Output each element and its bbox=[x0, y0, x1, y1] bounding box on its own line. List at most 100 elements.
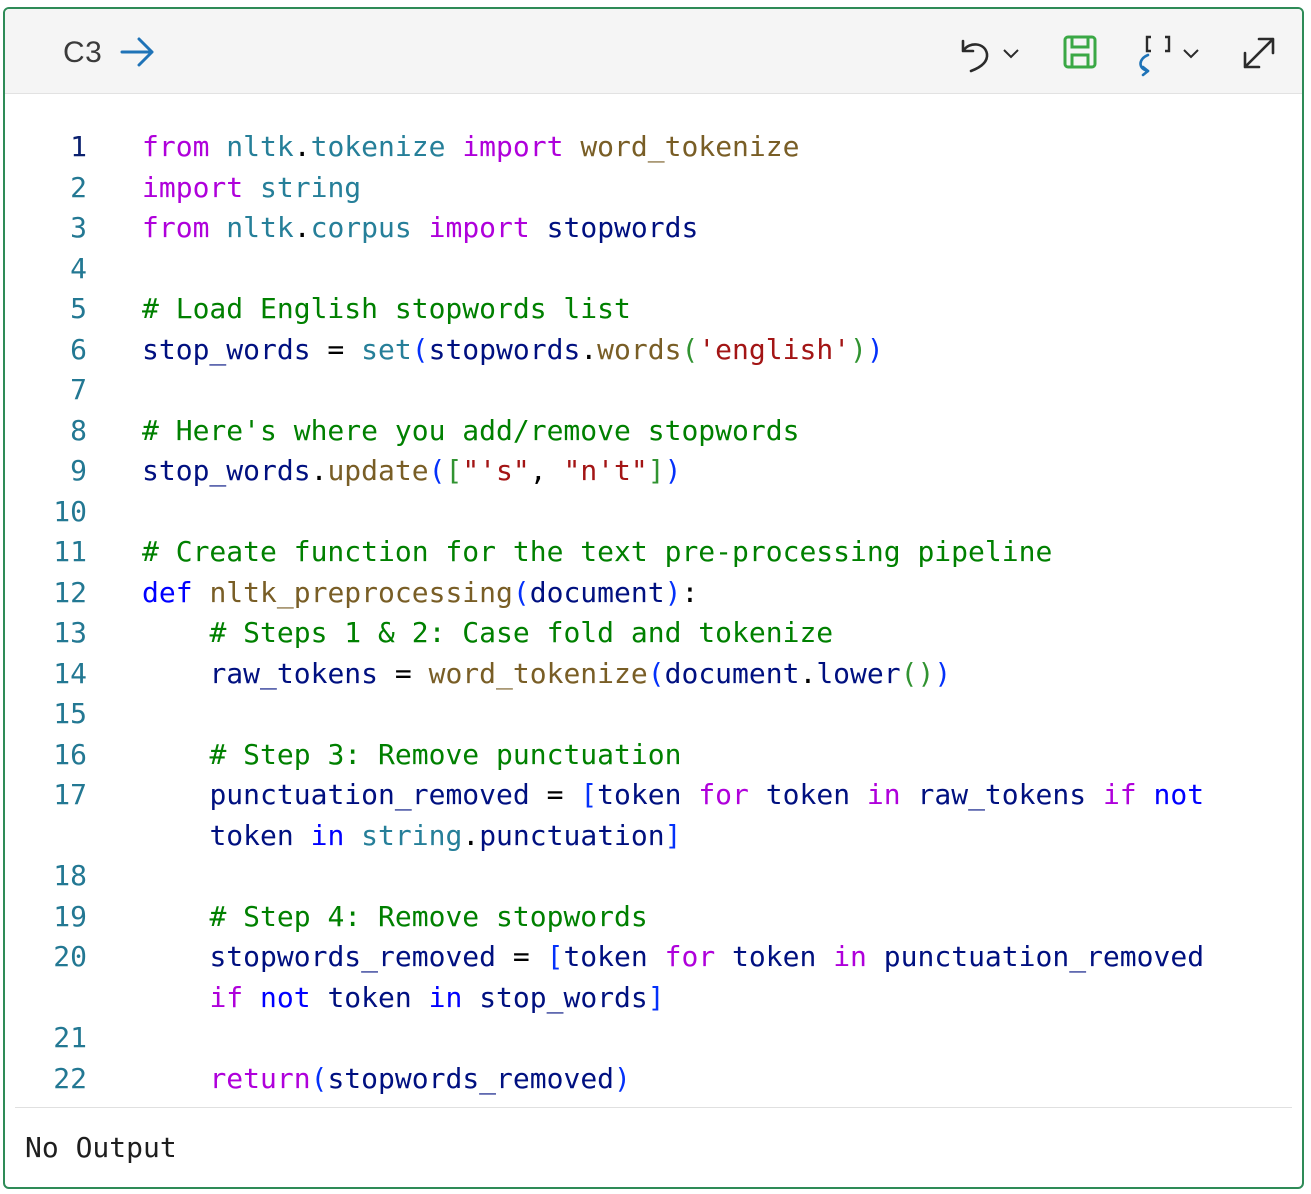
code-token: # Step 4: Remove stopwords bbox=[209, 899, 648, 933]
code-token: () bbox=[900, 656, 935, 690]
code-token: nltk bbox=[226, 130, 294, 163]
expand-icon[interactable] bbox=[1239, 33, 1279, 73]
code-token: lower bbox=[816, 656, 901, 690]
code-token: ) bbox=[614, 1061, 631, 1095]
code-line[interactable]: 8 # Here's where you add/remove stopwords bbox=[5, 411, 1302, 452]
code-token: ( bbox=[310, 1061, 328, 1095]
code-line[interactable]: 10 bbox=[5, 492, 1302, 533]
line-number: 16 bbox=[53, 737, 87, 771]
code-token: token bbox=[732, 940, 817, 973]
run-arrow-icon[interactable] bbox=[119, 35, 157, 69]
code-token: word_tokenize bbox=[428, 656, 648, 690]
code-line[interactable]: 20 stopwords_removed = [token for token … bbox=[5, 937, 1302, 978]
code-token: tokenize bbox=[310, 130, 446, 163]
code-token: words bbox=[597, 332, 682, 366]
undo-dropdown-chevron-icon[interactable] bbox=[1001, 47, 1021, 61]
code-line[interactable]: 16 # Step 3: Remove punctuation bbox=[5, 735, 1302, 776]
code-token: raw_tokens bbox=[917, 778, 1087, 811]
code-token: # Steps 1 & 2: Case fold and tokenize bbox=[209, 616, 834, 649]
code-editor[interactable]: 1 from nltk.tokenize import word_tokenize… bbox=[5, 127, 1302, 1099]
code-token: stop_words bbox=[142, 332, 311, 366]
code-text: token in string.punctuation] bbox=[142, 816, 681, 857]
code-token: in bbox=[310, 818, 345, 852]
code-cell[interactable]: C3 1 from nltk.tokenize import word_toke… bbox=[3, 7, 1304, 1189]
code-token: token bbox=[765, 778, 851, 811]
code-line[interactable]: token in string.punctuation] bbox=[5, 816, 1302, 857]
line-number: 20 bbox=[53, 940, 87, 973]
code-token: "n't" bbox=[563, 454, 648, 487]
code-line[interactable]: 12 def nltk_preprocessing(document): bbox=[5, 573, 1302, 614]
line-number: 7 bbox=[70, 373, 87, 406]
save-icon[interactable] bbox=[1061, 33, 1101, 73]
cell-toolbar: C3 bbox=[5, 9, 1302, 94]
code-token: . bbox=[293, 211, 311, 244]
code-token: document bbox=[664, 656, 800, 690]
code-token: . bbox=[799, 656, 817, 690]
code-line[interactable]: 5 # Load English stopwords list bbox=[5, 289, 1302, 330]
code-line[interactable]: 14 raw_tokens = word_tokenize(document.l… bbox=[5, 654, 1302, 695]
code-token: ] bbox=[647, 454, 665, 487]
code-token: token bbox=[209, 818, 294, 852]
code-line[interactable]: 9 stop_words.update(["'s", "n't"]) bbox=[5, 451, 1302, 492]
code-line[interactable]: 6 stop_words = set(stopwords.words('engli… bbox=[5, 330, 1302, 371]
code-line[interactable]: if not token in stop_words] bbox=[5, 978, 1302, 1019]
code-token: not bbox=[1153, 778, 1205, 811]
code-text: return(stopwords_removed) bbox=[142, 1059, 631, 1100]
code-line[interactable]: 7 bbox=[5, 370, 1302, 411]
variables-icon[interactable] bbox=[1135, 31, 1179, 77]
code-text: # Create function for the text pre-proce… bbox=[142, 532, 1052, 573]
code-line[interactable]: 2 import string bbox=[5, 168, 1302, 209]
code-token: : bbox=[681, 575, 699, 609]
code-token: import bbox=[462, 130, 564, 163]
code-line[interactable]: 22 return(stopwords_removed) bbox=[5, 1059, 1302, 1100]
code-line[interactable]: 19 # Step 4: Remove stopwords bbox=[5, 897, 1302, 938]
code-token: string bbox=[260, 170, 362, 204]
code-line[interactable]: 4 bbox=[5, 249, 1302, 290]
code-line[interactable]: 21 bbox=[5, 1018, 1302, 1059]
line-number: 2 bbox=[70, 170, 87, 204]
line-number: 12 bbox=[53, 575, 87, 609]
code-token: . bbox=[462, 818, 480, 852]
code-line[interactable]: 1 from nltk.tokenize import word_tokenize bbox=[5, 127, 1302, 168]
code-token: import bbox=[142, 170, 244, 204]
code-token: token bbox=[563, 940, 648, 973]
undo-icon[interactable] bbox=[955, 35, 997, 75]
code-line[interactable]: 18 bbox=[5, 856, 1302, 897]
code-token: . bbox=[293, 130, 311, 163]
code-token: . bbox=[580, 332, 598, 366]
code-token: [ bbox=[580, 778, 598, 811]
code-text: raw_tokens = word_tokenize(document.lowe… bbox=[142, 654, 951, 695]
code-token: token bbox=[597, 778, 682, 811]
code-line[interactable]: 11 # Create function for the text pre-pro… bbox=[5, 532, 1302, 573]
code-line[interactable]: 13 # Steps 1 & 2: Case fold and tokenize bbox=[5, 613, 1302, 654]
line-number: 13 bbox=[53, 616, 87, 649]
line-number: 19 bbox=[53, 899, 87, 933]
code-token: import bbox=[428, 211, 530, 244]
code-line[interactable]: 17 punctuation_removed = [token for toke… bbox=[5, 775, 1302, 816]
code-text: if not token in stop_words] bbox=[142, 978, 664, 1019]
code-line[interactable]: 3 from nltk.corpus import stopwords bbox=[5, 208, 1302, 249]
code-text: stop_words = set(stopwords.words('englis… bbox=[142, 330, 884, 371]
line-number bbox=[5, 978, 87, 1019]
code-line[interactable]: 15 bbox=[5, 694, 1302, 735]
code-token: # Here's where you add/remove stopwords bbox=[142, 413, 800, 447]
variables-dropdown-chevron-icon[interactable] bbox=[1181, 47, 1201, 61]
